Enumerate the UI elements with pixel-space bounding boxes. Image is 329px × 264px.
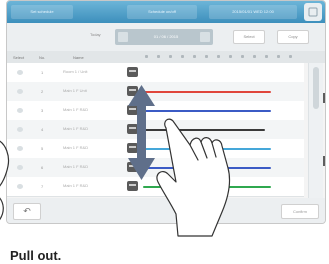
row-checkbox[interactable] [17, 70, 23, 75]
row-number: 1 [41, 70, 44, 75]
back-button[interactable]: ↶ [13, 203, 41, 220]
column-select: Select [13, 55, 25, 60]
date-navigator: 01 / 06 / 2015 [115, 29, 213, 45]
time-tick [253, 55, 256, 58]
row-checkbox[interactable] [17, 89, 23, 94]
title-center-label: Schedule on/off [127, 5, 197, 19]
page: Set schedule Schedule on/off 2015/01/01 … [0, 0, 329, 264]
row-checkbox[interactable] [17, 165, 23, 170]
title-bar: Set schedule Schedule on/off 2015/01/01 … [7, 1, 325, 23]
bottom-bar: ↶ Confirm [7, 198, 325, 223]
time-tick [265, 55, 268, 58]
time-tick [229, 55, 232, 58]
schedule-bar [143, 129, 265, 131]
schedule-icon [127, 124, 138, 134]
confirm-button[interactable]: Confirm [281, 204, 319, 219]
row-number: 7 [41, 184, 44, 189]
row-checkbox[interactable] [17, 184, 23, 189]
column-no: No. [39, 55, 46, 60]
schedule-bar [143, 91, 271, 93]
table-row[interactable]: 6 Main 1 F R&D [7, 158, 304, 178]
table-row[interactable]: 7 Main 1 F R&D [7, 177, 304, 197]
row-name: Main 1 F R&D [63, 107, 89, 112]
schedule-bar [143, 110, 271, 112]
side-tab[interactable] [323, 156, 325, 166]
copy-button[interactable]: Copy [277, 30, 309, 44]
table-row[interactable]: 4 Main 1 F R&D [7, 120, 304, 140]
row-number: 2 [41, 89, 44, 94]
scrollbar[interactable] [308, 63, 323, 198]
title-left-label: Set schedule [11, 5, 73, 19]
schedule-bar [143, 167, 271, 169]
row-number: 6 [41, 165, 44, 170]
time-tick [241, 55, 244, 58]
prev-date-button[interactable] [118, 32, 128, 42]
row-number: 4 [41, 127, 44, 132]
select-button[interactable]: Select [233, 30, 265, 44]
time-tick [205, 55, 208, 58]
back-arrow-icon: ↶ [23, 206, 31, 216]
date-text: 01 / 06 / 2015 [153, 34, 179, 39]
row-name: Room 1 / Unit [63, 69, 88, 74]
table-row[interactable]: 2 Main 1 F Unit [7, 82, 304, 102]
schedule-icon [127, 67, 138, 77]
next-date-button[interactable] [200, 32, 210, 42]
schedule-icon [127, 105, 138, 115]
time-tick [289, 55, 292, 58]
scrollbar-thumb[interactable] [313, 67, 319, 109]
schedule-bar [143, 186, 271, 188]
schedule-icon [127, 162, 138, 172]
time-tick [157, 55, 160, 58]
title-right-label: 2015/01/01 WED 12:00 [209, 5, 297, 19]
row-name: Main 1 F R&D [63, 126, 89, 131]
menu-button[interactable] [304, 3, 322, 21]
row-name: Main 1 F Unit [63, 88, 87, 93]
row-checkbox[interactable] [17, 108, 23, 113]
column-header: Select No. Name [7, 51, 325, 63]
table-row[interactable]: 1 Room 1 / Unit [7, 63, 304, 83]
menu-icon [308, 7, 318, 17]
time-tick [145, 55, 148, 58]
schedule-icon [127, 143, 138, 153]
toolbar: Today 01 / 06 / 2015 Select Copy [7, 23, 325, 51]
schedule-icon [127, 86, 138, 96]
table-row[interactable]: 3 Main 1 F R&D [7, 101, 304, 121]
instruction-caption: Pull out. [10, 248, 62, 263]
time-tick [277, 55, 280, 58]
schedule-icon [127, 181, 138, 191]
row-checkbox[interactable] [17, 146, 23, 151]
side-tab[interactable] [323, 93, 325, 103]
row-name: Main 1 F R&D [63, 164, 89, 169]
row-number: 5 [41, 146, 44, 151]
time-tick [169, 55, 172, 58]
row-number: 3 [41, 108, 44, 113]
time-tick [217, 55, 220, 58]
time-tick [193, 55, 196, 58]
table-row[interactable]: 5 Main 1 F R&D [7, 139, 304, 159]
column-name: Name [73, 55, 84, 60]
time-tick [181, 55, 184, 58]
row-name: Main 1 F R&D [63, 145, 89, 150]
row-checkbox[interactable] [17, 127, 23, 132]
today-label: Today [90, 32, 101, 37]
row-name: Main 1 F R&D [63, 183, 89, 188]
schedule-bar [143, 148, 271, 150]
touch-screen: Set schedule Schedule on/off 2015/01/01 … [6, 0, 326, 224]
